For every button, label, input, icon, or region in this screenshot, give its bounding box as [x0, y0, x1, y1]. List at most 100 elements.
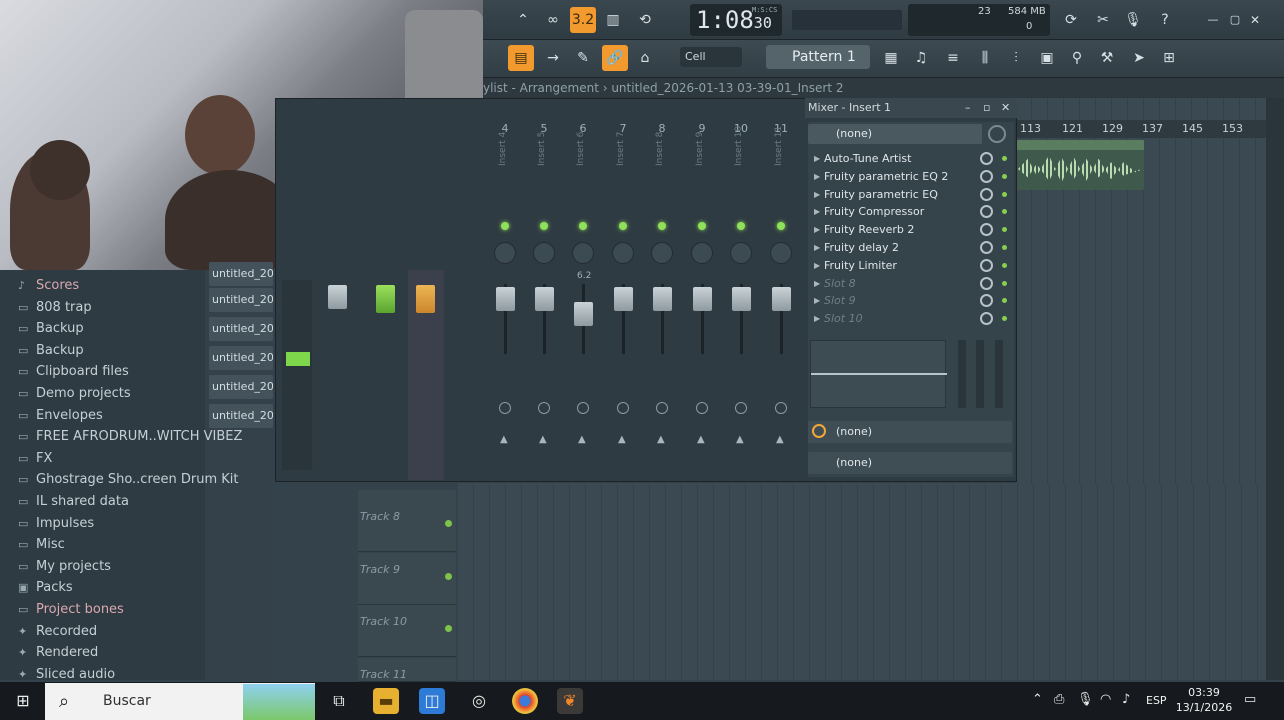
- export-icon[interactable]: ➤: [1126, 45, 1152, 71]
- metronome-icon[interactable]: ⌃: [510, 7, 536, 33]
- pan-knob[interactable]: [730, 242, 752, 264]
- cart-icon[interactable]: ⊞: [1156, 45, 1182, 71]
- wait-record-icon[interactable]: ∞: [540, 7, 566, 33]
- route-arrow-icon[interactable]: ▲: [500, 434, 508, 445]
- expand-arrow-icon[interactable]: ▶: [814, 168, 820, 185]
- channel-led[interactable]: [698, 222, 706, 230]
- playlist-ruler[interactable]: 113 121 129 137 145 153: [1016, 120, 1266, 138]
- track-led[interactable]: [445, 573, 452, 580]
- output-select[interactable]: (none): [808, 452, 1012, 474]
- close-icon[interactable]: ✕: [1242, 7, 1268, 33]
- route-arrow-icon[interactable]: ▲: [776, 434, 784, 445]
- song-position-display[interactable]: 1:0830 M:S:CS: [690, 4, 782, 36]
- playlist-icon[interactable]: ▦: [878, 45, 904, 71]
- slot-enable-led[interactable]: [1002, 227, 1007, 233]
- eq-slider[interactable]: [995, 340, 1003, 408]
- expand-arrow-icon[interactable]: ▶: [814, 186, 820, 203]
- expand-arrow-icon[interactable]: ▶: [814, 150, 820, 167]
- slot-enable-led[interactable]: [1002, 298, 1007, 304]
- browser-item[interactable]: ▭ Backup: [18, 321, 84, 336]
- eq-slider[interactable]: [976, 340, 984, 408]
- piano-roll-icon[interactable]: ♫: [908, 45, 934, 71]
- effect-slot[interactable]: ▶ Fruity parametric EQ 2: [812, 168, 1010, 185]
- mixer-channel[interactable]: 6 Insert 6 ▲: [564, 122, 602, 472]
- notification-icon[interactable]: ▭: [1244, 692, 1256, 707]
- expand-arrow-icon[interactable]: ▶: [814, 239, 820, 256]
- effect-slot[interactable]: ▶ Fruity Compressor: [812, 203, 1010, 220]
- language-indicator[interactable]: ESP: [1146, 694, 1167, 707]
- pattern-select[interactable]: Pattern 1: [766, 45, 870, 69]
- file-tab[interactable]: untitled_2026: [209, 262, 273, 286]
- route-knob[interactable]: [617, 402, 629, 414]
- loop-record-icon[interactable]: ⟲: [632, 7, 658, 33]
- mixer-channel[interactable]: 8 Insert 8 ▲: [643, 122, 681, 472]
- channel-led[interactable]: [501, 222, 509, 230]
- slot-enable-led[interactable]: [1002, 262, 1007, 268]
- browser-item[interactable]: ▣ Packs: [18, 580, 73, 595]
- pan-knob[interactable]: [691, 242, 713, 264]
- mixer-channel[interactable]: 10 Insert 10 ▲: [722, 122, 760, 472]
- browser-item[interactable]: ▭ FX: [18, 451, 52, 466]
- pan-knob[interactable]: [572, 242, 594, 264]
- fader-cap[interactable]: [772, 287, 791, 311]
- channel-led[interactable]: [658, 222, 666, 230]
- route-knob[interactable]: [656, 402, 668, 414]
- fader-cap[interactable]: [693, 287, 712, 311]
- file-tab[interactable]: untitled_2026: [209, 346, 273, 370]
- effect-slot[interactable]: ▶ Fruity delay 2: [812, 239, 1010, 256]
- slot-enable-led[interactable]: [1002, 316, 1007, 322]
- route-arrow-icon[interactable]: ▲: [657, 434, 665, 445]
- mixer-channel[interactable]: 9 Insert 9 ▲: [683, 122, 721, 472]
- master-volume-slider[interactable]: [792, 10, 902, 30]
- preset-select[interactable]: (none): [808, 124, 982, 144]
- track-header[interactable]: Track 8: [358, 500, 456, 552]
- fader-cap[interactable]: [574, 302, 593, 326]
- browser-item[interactable]: ▭ Misc: [18, 537, 65, 552]
- browser-item[interactable]: ▭ 808 trap: [18, 300, 92, 315]
- expand-arrow-icon[interactable]: ▶: [814, 221, 820, 238]
- browser-item[interactable]: ▭ Impulses: [18, 516, 94, 531]
- route-knob[interactable]: [577, 402, 589, 414]
- route-arrow-icon[interactable]: ▲: [697, 434, 705, 445]
- eq-slider[interactable]: [958, 340, 966, 408]
- browser-item[interactable]: ▭ FREE AFRODRUM..WITCH VIBEZ: [18, 429, 242, 444]
- channel-led[interactable]: [619, 222, 627, 230]
- track-led[interactable]: [445, 625, 452, 632]
- browser-item[interactable]: ▭ Envelopes: [18, 408, 103, 423]
- effect-slot[interactable]: ▶ Auto-Tune Artist: [812, 150, 1010, 167]
- tray-expand-icon[interactable]: ⌃: [1032, 692, 1043, 707]
- route-knob[interactable]: [735, 402, 747, 414]
- input-select[interactable]: (none): [808, 421, 1012, 443]
- file-tab[interactable]: untitled_2026: [209, 288, 273, 312]
- pan-knob[interactable]: [770, 242, 792, 264]
- mix-knob[interactable]: [980, 294, 993, 308]
- route-arrow-icon[interactable]: ▲: [539, 434, 547, 445]
- route-knob[interactable]: [696, 402, 708, 414]
- link-icon[interactable]: 🔗: [602, 45, 628, 71]
- tray-volume-icon[interactable]: ♪: [1122, 692, 1130, 707]
- pan-knob[interactable]: [612, 242, 634, 264]
- expand-arrow-icon[interactable]: ▶: [814, 275, 820, 292]
- track-header[interactable]: Track 11: [358, 658, 456, 682]
- browser-item[interactable]: ▭ Backup: [18, 343, 84, 358]
- mix-knob[interactable]: [980, 187, 993, 201]
- pan-knob[interactable]: [494, 242, 516, 264]
- pan-knob[interactable]: [533, 242, 555, 264]
- fader-cap[interactable]: [535, 287, 554, 311]
- channel-rack-icon[interactable]: ≡: [940, 45, 966, 71]
- expand-arrow-icon[interactable]: ▶: [814, 292, 820, 309]
- mixer-channel[interactable]: 7 Insert 7 ▲: [604, 122, 642, 472]
- browser-icon[interactable]: ⫶: [1003, 45, 1029, 71]
- fader-cap[interactable]: [653, 287, 672, 311]
- mixer-channel[interactable]: 11 Insert 11 ▲: [762, 122, 800, 472]
- store-icon[interactable]: ◫: [419, 688, 445, 714]
- mix-knob[interactable]: [980, 205, 993, 219]
- slot-enable-led[interactable]: [1002, 156, 1007, 161]
- fader-cap-active[interactable]: [376, 285, 395, 313]
- mixer-channel[interactable]: 5 Insert 5 ▲: [525, 122, 563, 472]
- file-tab[interactable]: untitled_2026: [209, 317, 273, 341]
- effect-slot[interactable]: ▶ Fruity Reeverb 2: [812, 221, 1010, 238]
- slot-enable-led[interactable]: [1002, 280, 1007, 286]
- route-knob[interactable]: [775, 402, 787, 414]
- channel-led[interactable]: [540, 222, 548, 230]
